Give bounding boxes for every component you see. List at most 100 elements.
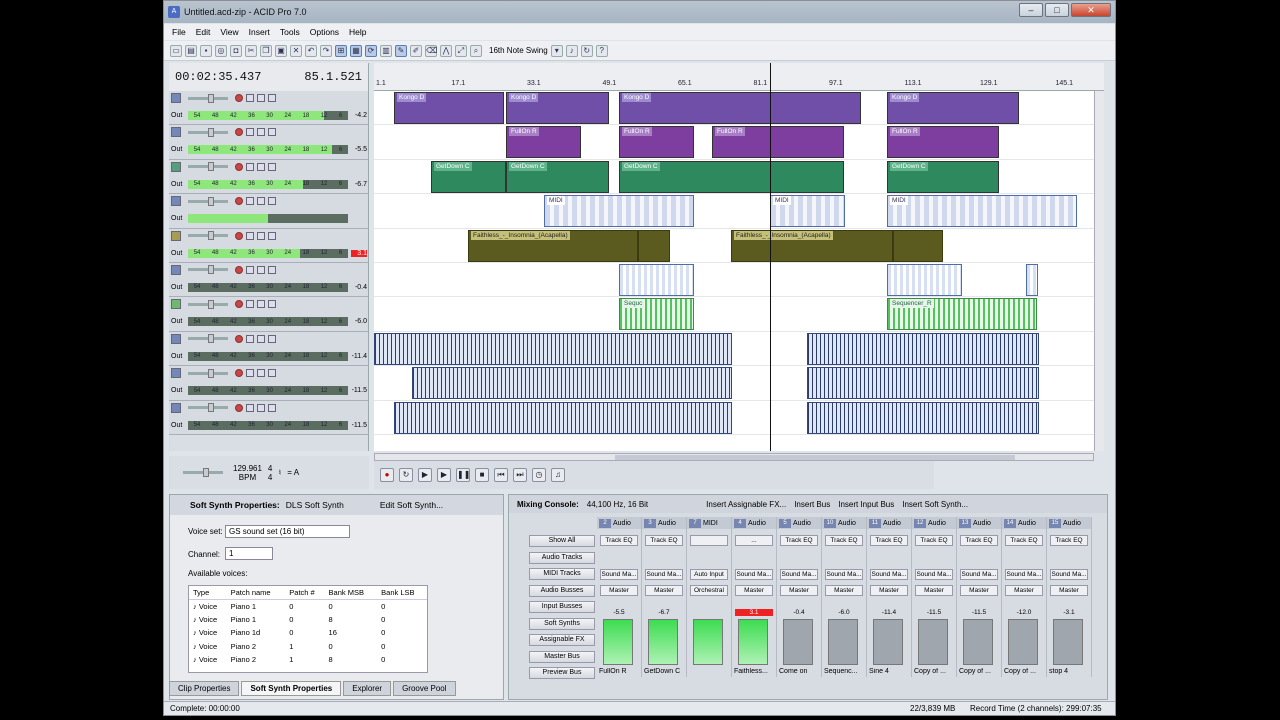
arm-record-icon[interactable] [235, 265, 243, 274]
mute-icon[interactable] [246, 231, 254, 240]
event-clip[interactable]: Sequc [619, 298, 694, 331]
snap-icon[interactable]: ⊞ [335, 44, 347, 57]
mute-icon[interactable] [246, 197, 254, 206]
track-volume-slider[interactable] [188, 162, 228, 172]
strip-fader[interactable] [1008, 619, 1038, 665]
select-tool-icon[interactable]: ⤢ [455, 44, 467, 57]
open-icon[interactable]: ▤ [185, 44, 197, 57]
cut-icon[interactable]: ✂ [245, 44, 257, 57]
strip-output-button[interactable]: Master [1005, 585, 1043, 596]
track-icon[interactable] [171, 402, 181, 413]
track-volume-slider[interactable] [188, 127, 228, 137]
strip-output-button[interactable]: Master [735, 585, 773, 596]
event-clip[interactable]: FullOn R [506, 126, 581, 159]
grid-icon[interactable]: ▦ [350, 44, 362, 57]
stop-button[interactable]: ■ [475, 468, 489, 482]
voice-row[interactable]: ♪ Voice Piano 1 0 0 0 [189, 599, 427, 613]
voiceset-select[interactable]: GS sound set (16 bit) [225, 525, 350, 538]
horizontal-scrollbar[interactable] [374, 453, 1094, 461]
track-icon[interactable] [171, 264, 181, 275]
fx-icon[interactable] [268, 128, 276, 137]
track-icon[interactable] [171, 299, 181, 310]
strip-output-button[interactable]: Master [915, 585, 953, 596]
insert-input-bus-button[interactable]: Insert Input Bus [838, 500, 894, 509]
maximize-button[interactable]: □ [1045, 3, 1069, 17]
strip-fx-button[interactable]: Track EQ [1005, 535, 1043, 546]
voice-row[interactable]: ♪ Voice Piano 2 1 8 0 [189, 653, 427, 667]
track-header[interactable]: Out 54 48 42 36 30 24 18 12 6 -6.0 [169, 297, 368, 332]
solo-icon[interactable] [257, 162, 265, 171]
strip-fader[interactable] [693, 619, 723, 665]
close-button[interactable]: ✕ [1071, 3, 1111, 17]
event-clip[interactable]: Kongo D [506, 92, 609, 124]
copy-icon[interactable]: ❐ [260, 44, 272, 57]
strip-fx-button[interactable]: Track EQ [960, 535, 998, 546]
track-header[interactable]: Out 54 48 42 36 30 24 18 12 6 -11.4 [169, 331, 368, 367]
event-clip[interactable]: Sequencer_R [887, 298, 1037, 331]
arm-record-icon[interactable] [235, 334, 243, 343]
track-header[interactable]: Out 54 48 42 36 30 24 18 12 6 -11.5 [169, 366, 368, 401]
mixer-view-audio-tracks[interactable]: Audio Tracks [529, 551, 595, 564]
mute-icon[interactable] [246, 265, 254, 274]
event-clip[interactable]: MIDI [770, 195, 845, 228]
event-clip[interactable]: GetDown C [887, 160, 999, 193]
strip-input-button[interactable]: Sound Ma... [960, 569, 998, 580]
event-clip[interactable]: Faithless_-_Insomnia_(Acapella) [468, 229, 638, 262]
dropdown-arrow-icon[interactable]: ▾ [550, 44, 563, 57]
event-clip[interactable] [807, 367, 1039, 400]
menu-tools[interactable]: Tools [276, 27, 304, 37]
strip-fader[interactable] [828, 619, 858, 665]
record-button[interactable]: ● [380, 468, 394, 482]
event-clip[interactable] [807, 332, 1039, 365]
strip-fader[interactable] [648, 619, 678, 665]
event-clip[interactable]: Kongo D [619, 92, 861, 124]
menu-view[interactable]: View [216, 27, 242, 37]
voices-column-header[interactable]: Bank MSB [324, 586, 378, 600]
event-clip[interactable]: GetDown C [619, 160, 844, 193]
new-icon[interactable]: ▭ [170, 44, 182, 57]
metronome-button[interactable]: ◷ [532, 468, 546, 482]
event-clip[interactable]: FullOn R [712, 126, 844, 159]
solo-icon[interactable] [257, 300, 265, 309]
arm-record-icon[interactable] [235, 162, 243, 171]
event-clip[interactable]: Kongo D [394, 92, 504, 124]
menu-file[interactable]: File [168, 27, 190, 37]
arm-record-icon[interactable] [235, 231, 243, 240]
strip-input-button[interactable]: Sound Ma... [600, 569, 638, 580]
voice-row[interactable]: ♪ Voice Piano 2 1 0 0 [189, 640, 427, 654]
voices-column-header[interactable]: Bank LSB [377, 586, 427, 600]
track-volume-slider[interactable] [188, 368, 228, 378]
play-from-start-button[interactable]: ▶ [418, 468, 432, 482]
strip-input-button[interactable]: Sound Ma... [735, 569, 773, 580]
strip-output-button[interactable]: Orchestral [690, 585, 728, 596]
mixer-view-audio-busses[interactable]: Audio Busses [529, 584, 595, 597]
mixer-view-assignable-fx[interactable]: Assignable FX [529, 634, 595, 646]
fx-icon[interactable] [268, 300, 276, 309]
arm-record-icon[interactable] [235, 128, 243, 137]
event-clip[interactable] [807, 401, 1039, 434]
help-icon[interactable]: ? [595, 44, 608, 57]
groove-dropdown[interactable]: 16th Note Swing [489, 46, 548, 55]
menu-help[interactable]: Help [345, 27, 370, 37]
timeline[interactable]: 1.1 17.1 33.1 49.1 65.1 81.1 97.1 113.1 129.1 145… [374, 63, 1104, 451]
track-volume-slider[interactable] [188, 334, 228, 344]
voices-column-header[interactable]: Patch # [285, 586, 325, 600]
menu-options[interactable]: Options [306, 27, 343, 37]
draw-tool-icon[interactable]: ✎ [395, 44, 407, 57]
solo-icon[interactable] [257, 265, 265, 274]
event-clip[interactable] [374, 332, 732, 365]
redo-icon[interactable]: ↷ [320, 44, 332, 57]
solo-icon[interactable] [257, 334, 265, 343]
track-volume-slider[interactable] [188, 403, 228, 413]
edit-soft-synth-button[interactable]: Edit Soft Synth... [380, 500, 443, 510]
track-header[interactable]: Out 54 48 42 36 30 24 18 12 6 -4.2 [169, 91, 368, 126]
delete-icon[interactable]: ✕ [290, 44, 302, 57]
event-clip[interactable] [1026, 264, 1038, 296]
mute-icon[interactable] [246, 94, 254, 102]
arm-record-icon[interactable] [235, 197, 243, 206]
strip-input-button[interactable]: Auto Input [690, 569, 728, 580]
strip-fx-button[interactable]: Track EQ [1050, 535, 1088, 546]
fx-icon[interactable] [268, 265, 276, 274]
strip-input-button[interactable]: Sound Ma... [825, 569, 863, 580]
event-clip[interactable]: MIDI [544, 195, 694, 228]
